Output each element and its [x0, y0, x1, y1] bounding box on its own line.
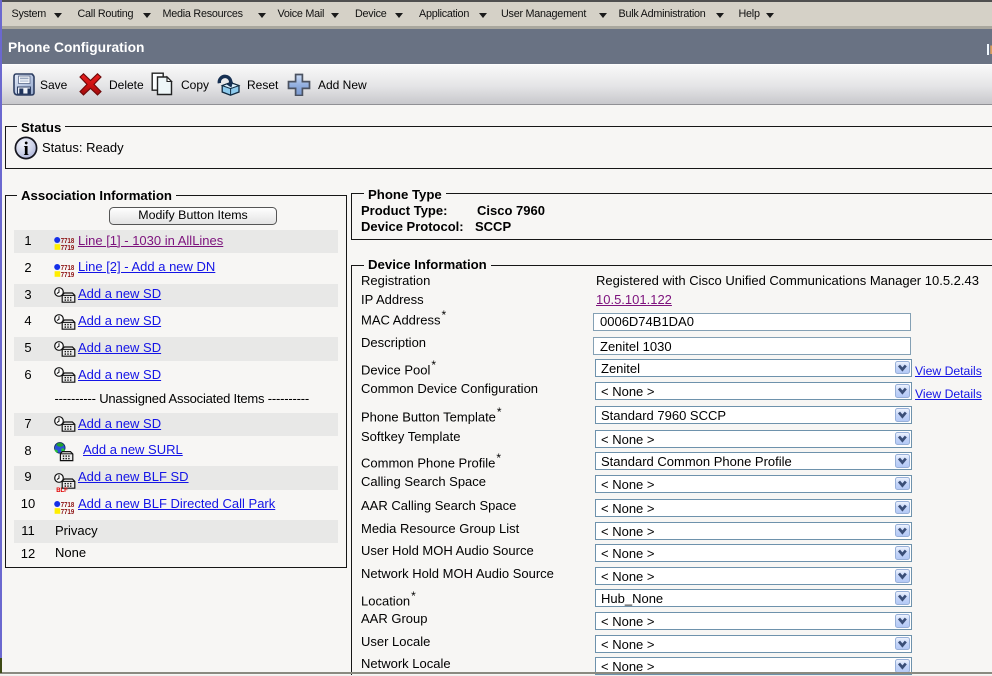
svg-text:i: i — [23, 138, 28, 159]
svg-text:BLF: BLF — [56, 488, 68, 493]
